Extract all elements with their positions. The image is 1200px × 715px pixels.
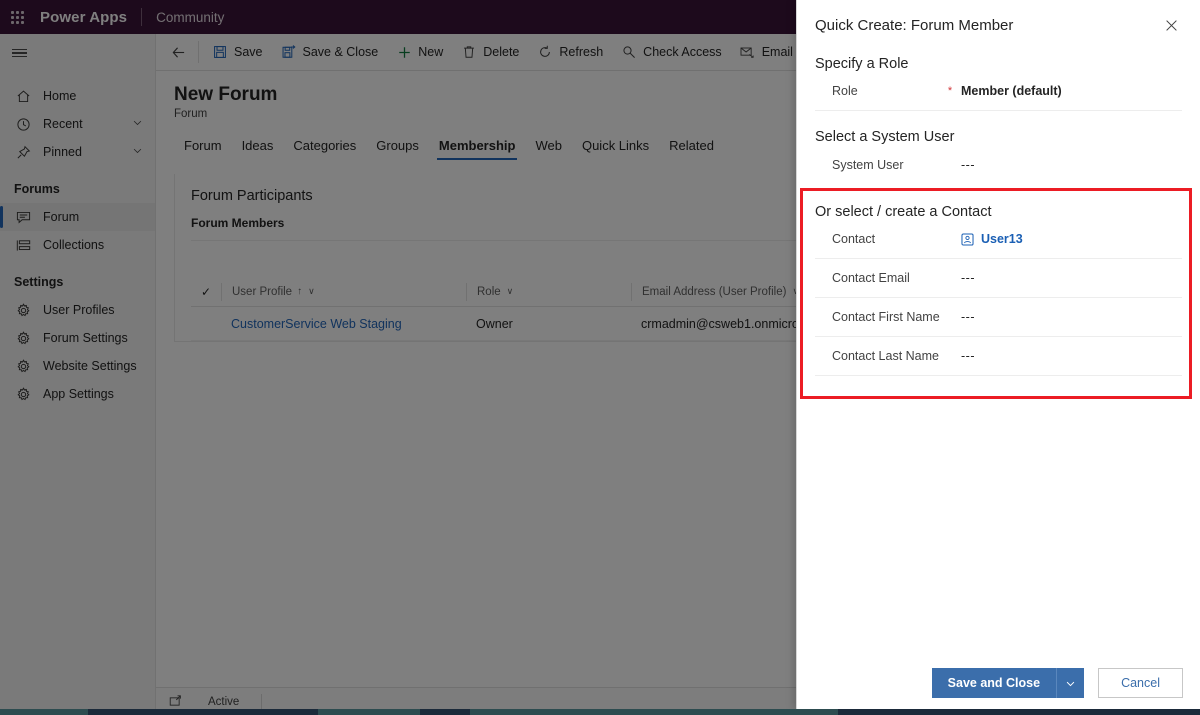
quick-create-panel: Quick Create: Forum Member Specify a Rol… (796, 0, 1200, 710)
taskbar-segment (470, 709, 838, 715)
field-label-contact: Contact (832, 232, 876, 246)
save-and-close-button[interactable]: Save and Close (931, 668, 1057, 698)
panel-footer: Save and Close Cancel (797, 656, 1200, 710)
app-window: Power Apps Community HomeRecentPinnedFor… (0, 0, 1200, 715)
required-asterisk-icon: * (947, 85, 953, 97)
field-row-system-user[interactable]: System User --- (815, 145, 1182, 184)
field-row-contact[interactable]: Contact User13 (815, 220, 1182, 259)
os-taskbar (0, 709, 1200, 715)
field-row-contact-email[interactable]: Contact Email --- (815, 259, 1182, 298)
field-label-contact-email: Contact Email (832, 271, 910, 285)
section-heading-role: Specify a Role (815, 56, 909, 72)
field-value-contact-last-name[interactable]: --- (957, 349, 975, 363)
section-heading-contact: Or select / create a Contact (815, 204, 992, 220)
contact-card-icon (961, 232, 974, 246)
panel-header: Quick Create: Forum Member (797, 0, 1200, 38)
field-value-role[interactable]: Member (default) (957, 84, 1062, 98)
taskbar-segment (318, 709, 420, 715)
field-row-contact-first-name[interactable]: Contact First Name --- (815, 298, 1182, 337)
field-label-role: Role (832, 84, 858, 98)
cancel-button[interactable]: Cancel (1098, 668, 1183, 698)
field-row-contact-last-name[interactable]: Contact Last Name --- (815, 337, 1182, 376)
close-icon[interactable] (1158, 12, 1184, 38)
section-heading-system-user: Select a System User (815, 129, 955, 145)
field-label-contact-first-name: Contact First Name (832, 310, 940, 324)
panel-title: Quick Create: Forum Member (815, 17, 1014, 34)
field-value-contact-first-name[interactable]: --- (957, 310, 975, 324)
field-label-contact-last-name: Contact Last Name (832, 349, 939, 363)
field-value-contact[interactable]: User13 (957, 232, 1023, 246)
field-value-system-user[interactable]: --- (957, 158, 975, 172)
contact-name-link[interactable]: User13 (981, 232, 1023, 246)
taskbar-segment (0, 709, 88, 715)
field-row-role[interactable]: Role * Member (default) (815, 72, 1182, 111)
field-value-contact-email[interactable]: --- (957, 271, 975, 285)
save-options-chevron-down-icon[interactable] (1056, 668, 1085, 698)
field-label-system-user: System User (832, 157, 904, 172)
